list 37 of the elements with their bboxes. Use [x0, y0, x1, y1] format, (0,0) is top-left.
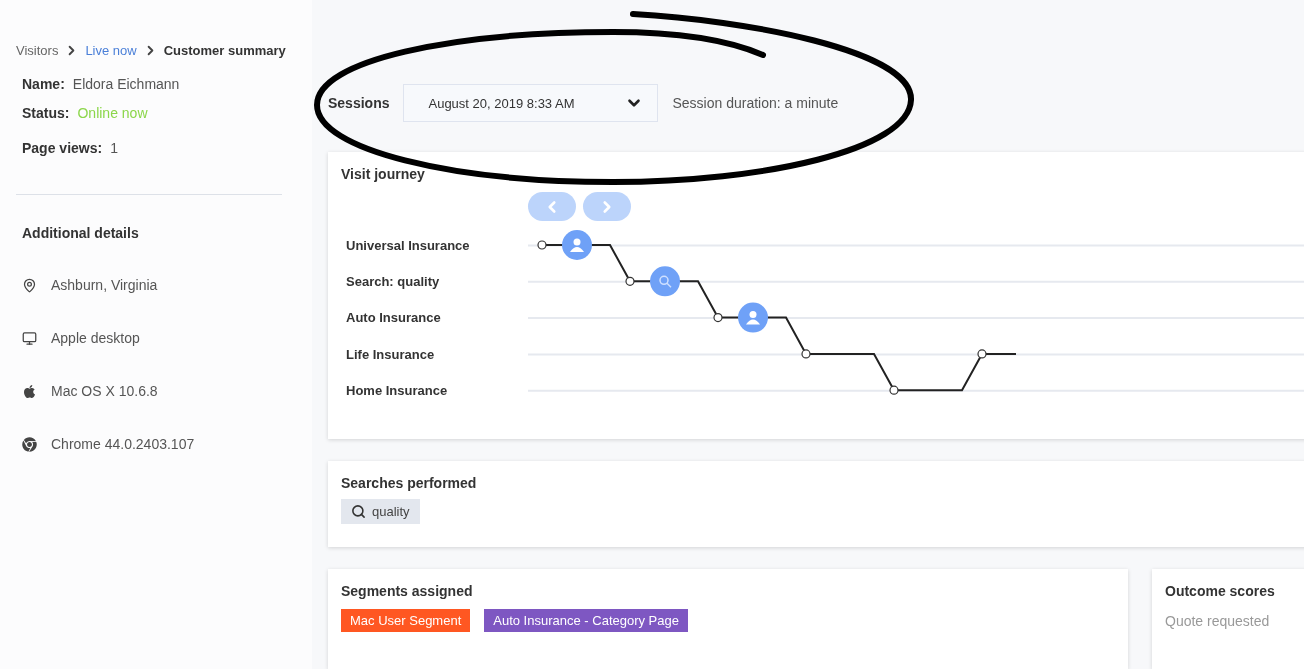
next-button[interactable] — [583, 192, 631, 221]
journey-row-label: Life Insurance — [345, 345, 436, 364]
monitor-icon — [22, 330, 37, 346]
journey-row-label: Home Insurance — [345, 381, 449, 400]
section-title: Additional details — [22, 225, 140, 241]
segment-tag: Auto Insurance - Category Page — [484, 609, 688, 632]
apple-icon — [22, 383, 37, 399]
name-label: Name: — [22, 76, 65, 92]
previous-button[interactable] — [528, 192, 576, 221]
card-title: Visit journey — [341, 166, 426, 182]
status-value: Online now — [77, 105, 148, 121]
map-pin-icon — [22, 277, 37, 293]
search-term-chip[interactable]: quality — [341, 498, 420, 524]
breadcrumb-link[interactable]: Visitors — [16, 43, 59, 58]
journey-row-label: Search: quality — [345, 272, 441, 291]
breadcrumb-link[interactable]: Live now — [85, 43, 137, 58]
journey-row-label: Universal Insurance — [345, 236, 471, 255]
session-dropdown[interactable]: August 20, 2019 8:33 AM — [403, 84, 659, 122]
chrome-icon — [22, 436, 37, 452]
page-views-value: 1 — [110, 140, 118, 156]
card-title: Searches performed — [341, 474, 478, 491]
detail-text: Ashburn, Virginia — [51, 277, 158, 293]
breadcrumb-current[interactable]: Customer summary — [163, 43, 286, 58]
detail-text: Mac OS X 10.6.8 — [51, 383, 158, 399]
segment-tag: Mac User Segment — [341, 609, 471, 632]
sessions-label: Sessions — [328, 95, 390, 111]
name-value: Eldora Eichmann — [72, 76, 180, 92]
card-title: Outcome scores — [1165, 583, 1276, 599]
page-views-label: Page views: — [22, 140, 103, 156]
detail-text: Apple desktop — [51, 330, 140, 346]
journey-row-label: Auto Insurance — [345, 309, 442, 328]
search-icon — [351, 503, 366, 519]
card-title: Segments assigned — [341, 583, 474, 599]
session-duration: Session duration: a minute — [672, 95, 839, 111]
detail-text: Chrome 44.0.2403.107 — [51, 436, 195, 452]
status-label: Status: — [22, 105, 70, 121]
outcome-label: Quote requested — [1165, 613, 1271, 629]
